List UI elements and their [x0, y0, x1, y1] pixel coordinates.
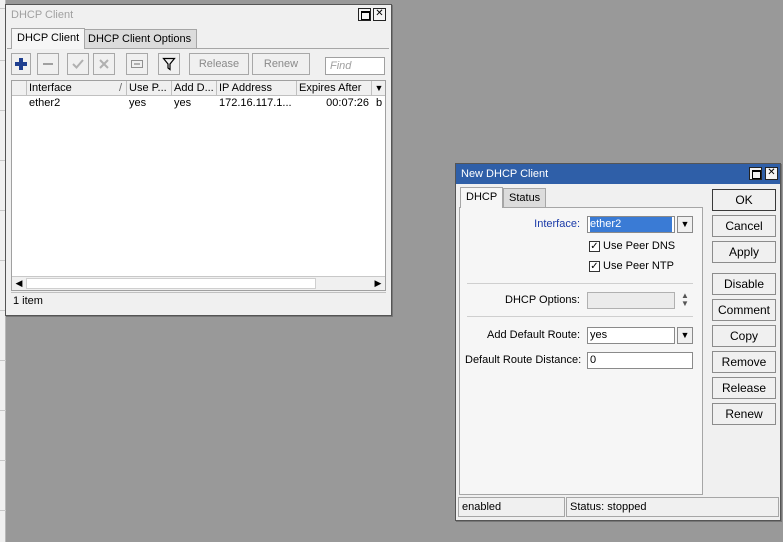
- close-icon[interactable]: ✕: [765, 167, 778, 180]
- comment-button[interactable]: [126, 53, 148, 75]
- remove-button[interactable]: Remove: [712, 351, 776, 373]
- window-title-bar[interactable]: DHCP Client: [6, 5, 391, 25]
- tab-dhcp-client-options[interactable]: DHCP Client Options: [82, 29, 198, 49]
- interface-select[interactable]: ether2: [587, 216, 675, 233]
- use-peer-dns-checkbox[interactable]: ✓: [589, 241, 600, 252]
- remove-button[interactable]: [37, 53, 59, 75]
- apply-button[interactable]: Apply: [712, 241, 776, 263]
- check-icon: [72, 59, 84, 69]
- dhcp-options-field[interactable]: [587, 292, 675, 309]
- tab-dhcp-client[interactable]: DHCP Client: [11, 28, 86, 49]
- maximize-icon[interactable]: [749, 167, 762, 180]
- x-icon: [99, 59, 109, 69]
- column-use-peer[interactable]: Use P...: [127, 81, 172, 96]
- interface-dropdown-icon[interactable]: ▼: [677, 216, 693, 233]
- scroll-left-icon[interactable]: ◀: [12, 277, 26, 290]
- dhcp-options-label: DHCP Options:: [505, 294, 580, 306]
- column-interface[interactable]: Interface /: [27, 81, 127, 96]
- window-title: New DHCP Client: [461, 168, 549, 180]
- default-route-distance-label: Default Route Distance:: [465, 354, 582, 366]
- enabled-status: enabled: [458, 497, 565, 517]
- use-peer-dns-label: Use Peer DNS: [603, 240, 676, 252]
- add-default-route-label: Add Default Route:: [487, 329, 580, 341]
- disable-button[interactable]: [93, 53, 115, 75]
- add-button[interactable]: [11, 53, 31, 75]
- column-menu-icon[interactable]: ▼: [372, 81, 386, 96]
- column-expires-after[interactable]: Expires After: [297, 81, 372, 96]
- tab-status[interactable]: Status: [503, 188, 547, 208]
- plus-icon: [15, 58, 27, 70]
- use-peer-ntp-label: Use Peer NTP: [603, 260, 674, 272]
- divider: [467, 283, 693, 284]
- use-peer-ntp-checkbox[interactable]: ✓: [589, 261, 600, 272]
- add-default-route-dropdown-icon[interactable]: ▼: [677, 327, 693, 344]
- release-button[interactable]: Release: [189, 53, 249, 75]
- default-route-distance-input[interactable]: 0: [587, 352, 693, 369]
- comment-icon: [131, 60, 143, 68]
- release-button[interactable]: Release: [712, 377, 776, 399]
- scroll-thumb[interactable]: [26, 278, 316, 289]
- horizontal-scrollbar[interactable]: ◀ ▶: [12, 276, 385, 290]
- sort-indicator: /: [118, 82, 122, 94]
- cancel-button[interactable]: Cancel: [712, 215, 776, 237]
- add-default-route-select[interactable]: yes: [587, 327, 675, 344]
- enable-button[interactable]: [67, 53, 89, 75]
- divider: [467, 316, 693, 317]
- column-spacer: [12, 81, 27, 96]
- window-title: DHCP Client: [11, 9, 74, 21]
- column-ip-address[interactable]: IP Address: [217, 81, 297, 96]
- scroll-right-icon[interactable]: ▶: [371, 277, 385, 290]
- table-header: Interface / Use P... Add D... IP Address…: [12, 81, 385, 96]
- dhcp-client-table: Interface / Use P... Add D... IP Address…: [11, 80, 386, 291]
- maximize-icon[interactable]: [358, 8, 371, 21]
- filter-icon: [162, 57, 176, 71]
- renew-button[interactable]: Renew: [712, 403, 776, 425]
- column-add-default[interactable]: Add D...: [172, 81, 217, 96]
- copy-button[interactable]: Copy: [712, 325, 776, 347]
- item-count-status: 1 item: [11, 292, 386, 310]
- dhcp-options-expand-icon[interactable]: ▲ ▼: [679, 292, 691, 309]
- renew-button[interactable]: Renew: [252, 53, 310, 75]
- minus-icon: [43, 63, 53, 65]
- disable-button[interactable]: Disable: [712, 273, 776, 295]
- interface-label: Interface:: [534, 218, 580, 230]
- close-icon[interactable]: ✕: [373, 8, 386, 21]
- run-status: Status: stopped: [566, 497, 779, 517]
- find-input[interactable]: Find: [325, 57, 385, 75]
- tab-dhcp[interactable]: DHCP: [460, 187, 504, 208]
- window-title-bar[interactable]: New DHCP Client: [456, 164, 780, 184]
- ok-button[interactable]: OK: [712, 189, 776, 211]
- comment-button[interactable]: Comment: [712, 299, 776, 321]
- filter-button[interactable]: [158, 53, 180, 75]
